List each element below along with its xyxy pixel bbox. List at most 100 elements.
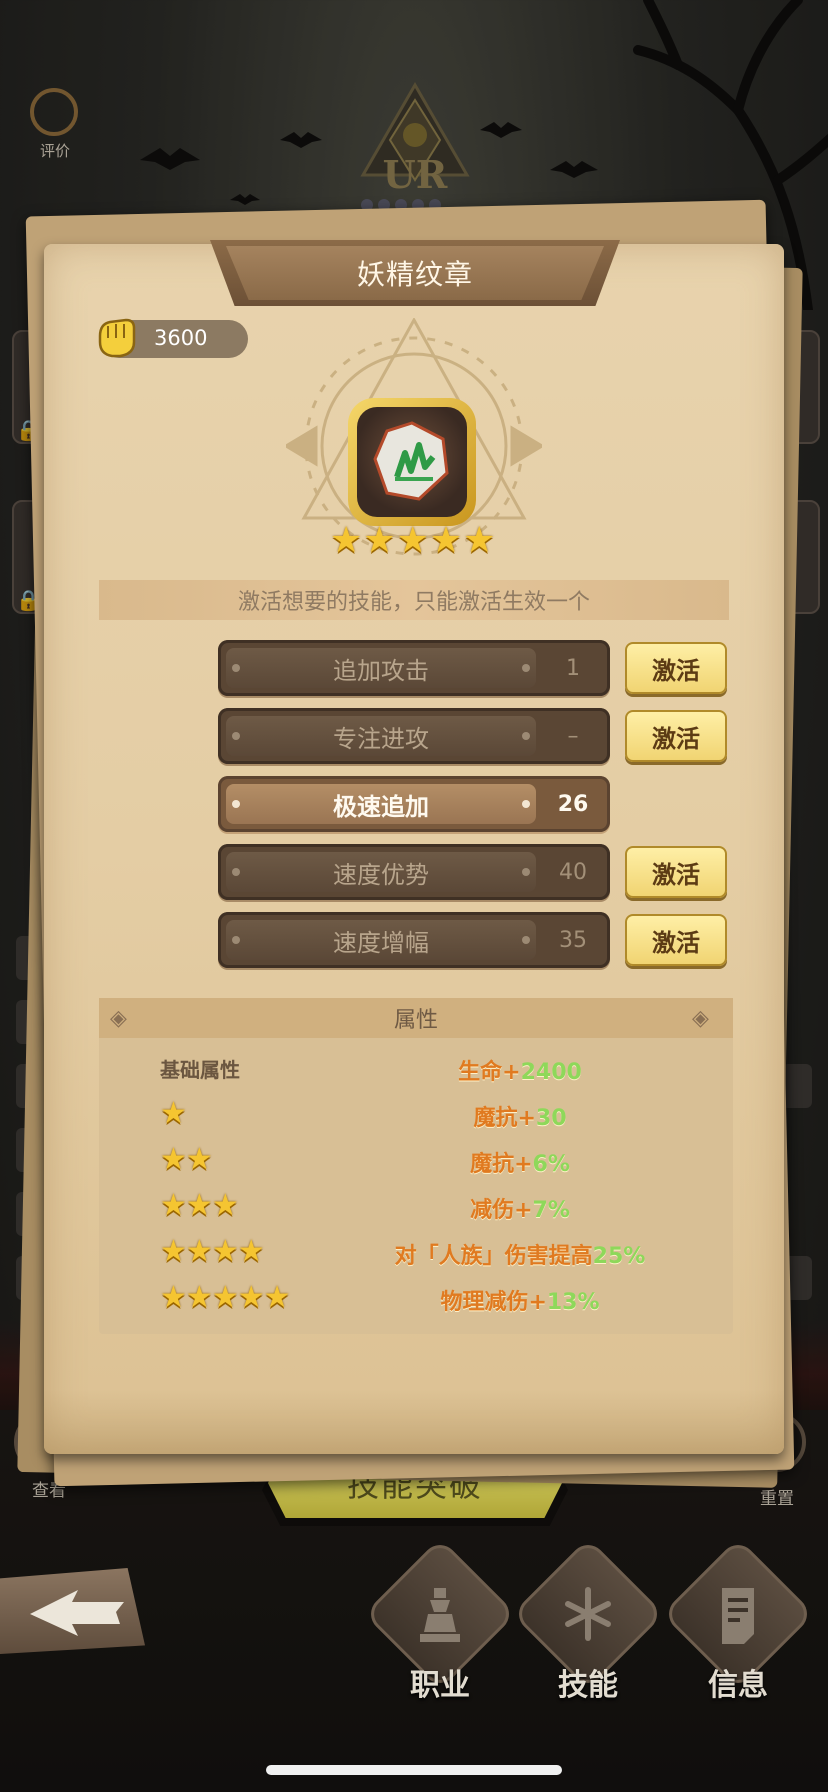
activate-button[interactable]: 激活 — [625, 914, 727, 966]
nav-class[interactable]: 职业 — [363, 1537, 517, 1703]
star-icon: ★ — [211, 1188, 239, 1223]
panel-title: 妖精纹章 — [226, 246, 604, 300]
attribute-value-number: 6% — [532, 1152, 570, 1177]
attribute-row: ★★★ 减伤+7% — [160, 1186, 700, 1226]
skill-dot — [232, 868, 240, 876]
star-icon: ★ — [363, 520, 396, 561]
skill-name: 速度增幅 — [226, 920, 536, 960]
star-icon: ★ — [160, 1188, 187, 1223]
fist-power-icon — [98, 318, 136, 358]
skill-dot — [232, 732, 240, 740]
skill-dot — [522, 868, 530, 876]
skill-dot — [522, 800, 530, 808]
attribute-value-text: 对「人族」伤害提高 — [394, 1244, 593, 1269]
attribute-stars: ★ — [160, 1094, 187, 1134]
star-icon: ★ — [211, 1234, 239, 1269]
attribute-value: 对「人族」伤害提高25% — [310, 1238, 730, 1270]
skill-dot — [522, 732, 530, 740]
attribute-row: ★★ 魔抗+6% — [160, 1140, 700, 1180]
attribute-row: ★ 魔抗+30 — [160, 1094, 700, 1134]
skill-level: 40 — [559, 859, 587, 885]
nav-info-label: 信息 — [708, 1668, 768, 1703]
item-star-rating: ★ ★ ★ ★ ★ — [330, 520, 495, 561]
attribute-value-number: 30 — [535, 1106, 567, 1131]
nav-skill-label: 技能 — [558, 1668, 618, 1703]
attribute-value: 物理减伤+13% — [310, 1284, 730, 1316]
attribute-stars: ★★★★ — [160, 1232, 265, 1272]
attribute-stars: ★★★ — [160, 1186, 239, 1226]
skill-dot — [522, 664, 530, 672]
attribute-value: 生命+2400 — [310, 1054, 730, 1086]
attribute-value: 魔抗+30 — [310, 1100, 730, 1132]
attribute-value-text: 减伤+ — [470, 1198, 533, 1223]
star-icon: ★ — [160, 1142, 187, 1177]
skill-level: – — [567, 723, 579, 749]
attribute-row: ★★★★★ 物理减伤+13% — [160, 1278, 700, 1318]
star-icon: ★ — [429, 520, 463, 561]
star-icon: ★ — [463, 520, 496, 561]
attributes-header: 属性 — [99, 998, 733, 1038]
star-icon: ★ — [160, 1280, 187, 1315]
skill-name: 速度优势 — [226, 852, 536, 892]
skill-row[interactable]: 追加攻击 1 — [218, 640, 610, 696]
activate-button[interactable]: 激活 — [625, 642, 727, 694]
attribute-value-text: 物理减伤+ — [440, 1290, 547, 1315]
skill-row[interactable]: 极速追加 26 — [218, 776, 610, 832]
nav-skill[interactable]: 技能 — [511, 1537, 665, 1703]
class-piece-icon — [420, 1588, 460, 1642]
skill-dot — [522, 936, 530, 944]
info-document-icon — [722, 1588, 754, 1644]
attribute-value-number: 2400 — [520, 1060, 582, 1085]
star-icon: ★ — [237, 1280, 265, 1315]
skill-name: 追加攻击 — [226, 648, 536, 688]
attribute-stars: ★★ — [160, 1140, 213, 1180]
back-arrow-icon — [30, 1590, 124, 1636]
star-icon: ★ — [185, 1280, 213, 1315]
star-icon: ★ — [185, 1234, 213, 1269]
skill-dot — [232, 936, 240, 944]
activation-hint: 激活想要的技能，只能激活生效一个 — [99, 580, 729, 620]
attribute-row: ★★★★ 对「人族」伤害提高25% — [160, 1232, 700, 1272]
star-icon: ★ — [185, 1142, 213, 1177]
skill-level: 1 — [566, 655, 580, 681]
skill-dot — [232, 800, 240, 808]
star-icon: ★ — [396, 520, 429, 561]
star-icon: ★ — [160, 1096, 187, 1131]
skill-name: 专注进攻 — [226, 716, 536, 756]
nav-class-label: 职业 — [410, 1668, 470, 1703]
attribute-value-number: 13% — [546, 1290, 600, 1315]
panel-bottom-edge — [44, 1390, 784, 1454]
star-icon: ★ — [237, 1234, 265, 1269]
skill-name: 极速追加 — [226, 784, 536, 824]
star-icon: ★ — [185, 1188, 213, 1223]
attribute-row: 基础属性 生命+2400 — [160, 1048, 700, 1088]
skill-row[interactable]: 速度增幅 35 — [218, 912, 610, 968]
activate-button[interactable]: 激活 — [625, 846, 727, 898]
attribute-value: 魔抗+6% — [310, 1146, 730, 1178]
item-icon — [357, 407, 467, 517]
star-icon: ★ — [160, 1234, 187, 1269]
attribute-value: 减伤+7% — [310, 1192, 730, 1224]
skill-row[interactable]: 专注进攻 – — [218, 708, 610, 764]
nav-info[interactable]: 信息 — [661, 1537, 815, 1703]
attribute-value-number: 7% — [532, 1198, 570, 1223]
skill-sigil-icon — [565, 1587, 611, 1641]
activate-button[interactable]: 激活 — [625, 710, 727, 762]
skill-dot — [232, 664, 240, 672]
diamond-right-icon: ◈ — [692, 1006, 709, 1031]
star-icon: ★ — [263, 1280, 291, 1315]
diamond-left-icon: ◈ — [110, 1006, 127, 1031]
green-crystal-emblem-icon — [373, 421, 449, 501]
attribute-value-text: 魔抗+ — [470, 1152, 533, 1177]
attribute-label: 基础属性 — [160, 1058, 240, 1082]
home-indicator[interactable] — [266, 1765, 562, 1775]
attribute-value-text: 魔抗+ — [473, 1106, 536, 1131]
star-icon: ★ — [211, 1280, 239, 1315]
skill-row[interactable]: 速度优势 40 — [218, 844, 610, 900]
attribute-value-text: 生命+ — [458, 1060, 521, 1085]
attribute-value-number: 25% — [592, 1244, 646, 1269]
attribute-stars: ★★★★★ — [160, 1278, 291, 1318]
power-value: 3600 — [154, 326, 208, 350]
skill-level: 35 — [559, 927, 587, 953]
skill-level: 26 — [557, 791, 589, 817]
